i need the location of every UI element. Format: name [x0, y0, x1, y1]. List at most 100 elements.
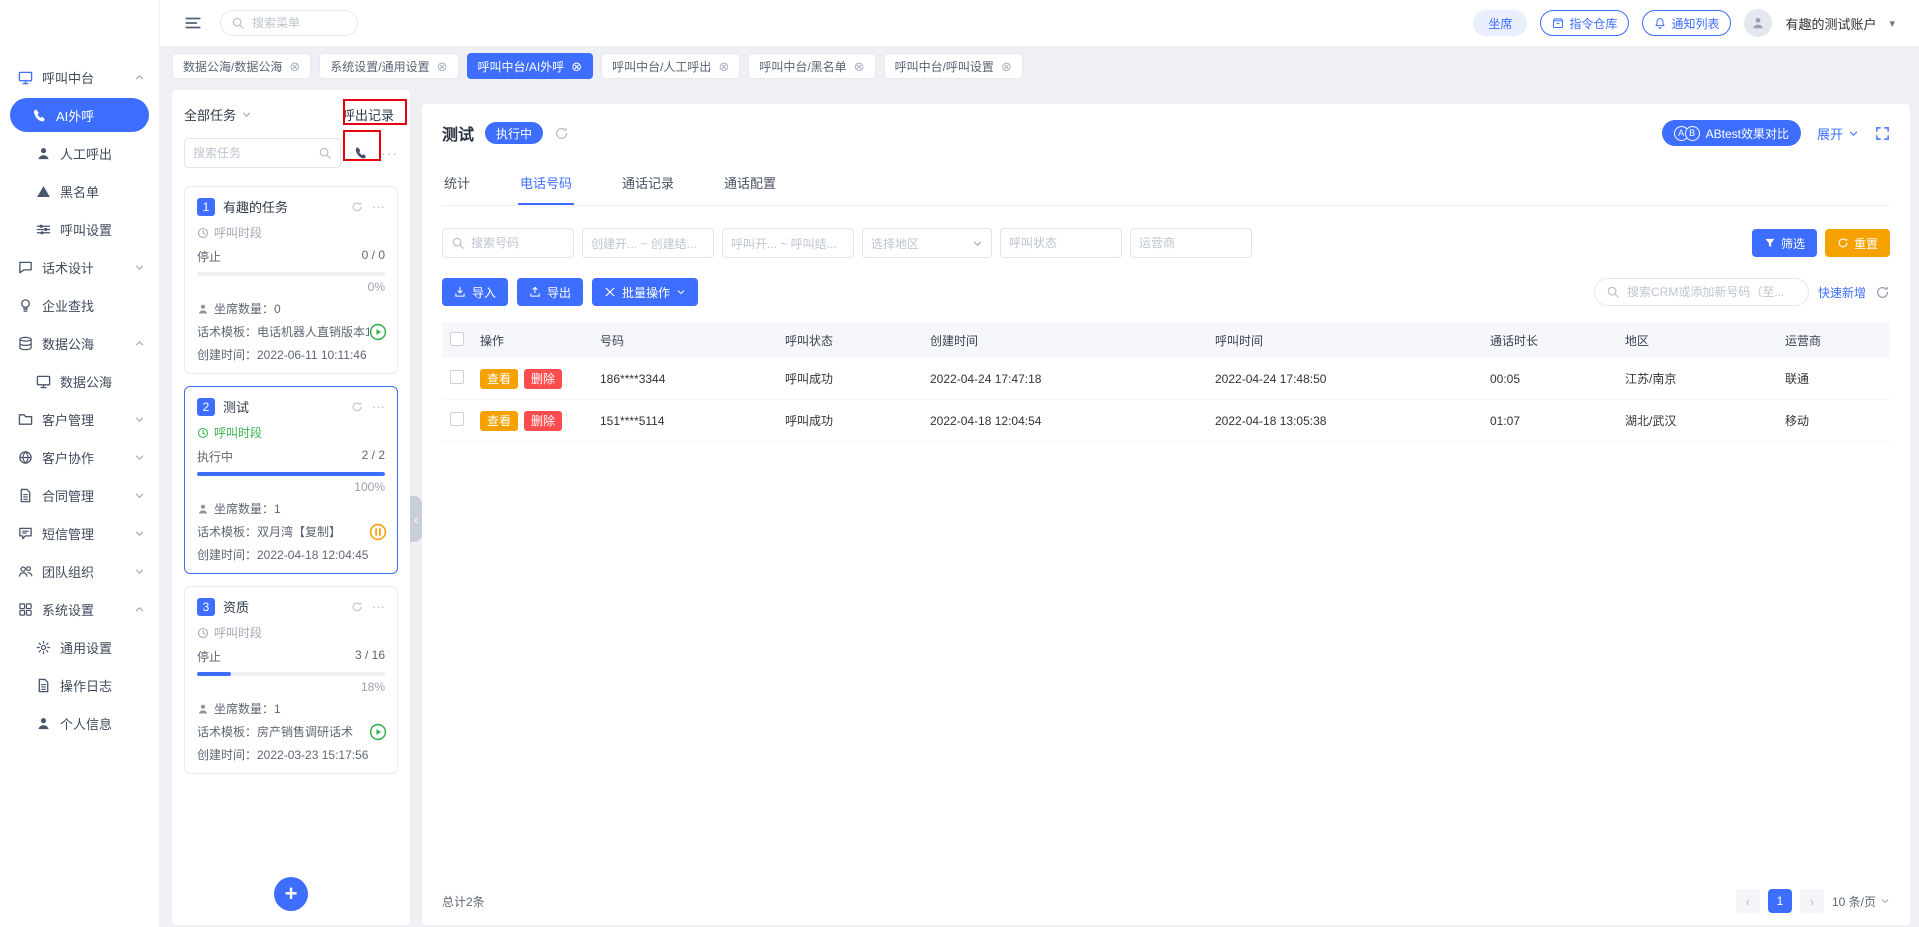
operator-field[interactable] [1139, 236, 1243, 250]
current-page[interactable]: 1 [1767, 889, 1792, 913]
call-time-range-input[interactable]: 呼叫开... ~ 呼叫结... [722, 228, 854, 258]
operator-input[interactable] [1130, 228, 1252, 258]
tab-call-config[interactable]: 通话配置 [722, 162, 778, 205]
more-icon[interactable]: ··· [372, 199, 385, 214]
sidebar-item-personal-info[interactable]: 个人信息 [0, 704, 159, 742]
task-start-button[interactable] [369, 323, 387, 341]
sidebar-item-system-settings[interactable]: 系统设置 [0, 590, 159, 628]
workspace-tab[interactable]: 呼叫中台/人工呼出 ⊗ [601, 53, 741, 79]
refresh-icon[interactable] [351, 601, 363, 613]
username[interactable]: 有趣的测试账户 [1785, 14, 1876, 33]
prev-page-button[interactable]: ‹ [1735, 889, 1760, 913]
refresh-icon[interactable] [1875, 285, 1890, 300]
search-number-field[interactable] [471, 236, 565, 250]
workspace-tab[interactable]: 系统设置/通用设置 ⊗ [319, 53, 459, 79]
close-icon[interactable]: ⊗ [718, 60, 729, 73]
sidebar-item-script-design[interactable]: 话术设计 [0, 248, 159, 286]
task-pause-button[interactable] [369, 523, 387, 541]
more-icon[interactable]: ··· [372, 399, 385, 414]
user-menu-caret-icon[interactable]: ▾ [1889, 17, 1895, 30]
agent-button[interactable]: 坐席 [1473, 10, 1528, 36]
sidebar-item-operation-log[interactable]: 操作日志 [0, 666, 159, 704]
row-checkbox[interactable] [450, 412, 464, 426]
sidebar-item-manual-outbound[interactable]: 人工呼出 [0, 134, 159, 172]
quick-add-link[interactable]: 快速新增 [1818, 284, 1866, 301]
sidebar-item-general-settings[interactable]: 通用设置 [0, 628, 159, 666]
call-status-input[interactable] [1000, 228, 1122, 258]
main-content: 测试 执行中 A B ABtest效果对比 展开 统计 电话号码 通话记录 通话… [422, 104, 1910, 925]
workspace-tab[interactable]: 呼叫中台/黑名单 ⊗ [748, 53, 876, 79]
crm-search-field[interactable] [1626, 285, 1797, 299]
task-card[interactable]: 1 有趣的任务 ··· 呼叫时段 停止 0 / 0 0% 坐席数量：0 话术模板… [184, 186, 398, 374]
tab-statistics[interactable]: 统计 [442, 162, 472, 205]
task-start-button[interactable] [369, 723, 387, 741]
cell-region: 江苏/南京 [1625, 372, 1677, 386]
tab-call-records[interactable]: 通话记录 [620, 162, 676, 205]
menu-search-input[interactable] [220, 10, 358, 36]
close-icon[interactable]: ⊗ [289, 60, 300, 73]
more-icon[interactable]: ··· [372, 599, 385, 614]
filter-button[interactable]: 筛选 [1751, 229, 1817, 257]
sidebar-item-sms-management[interactable]: 短信管理 [0, 514, 159, 552]
sidebar-item-ai-outbound[interactable]: AI外呼 [10, 98, 149, 132]
refresh-icon[interactable] [351, 401, 363, 413]
task-search-field[interactable] [193, 146, 312, 160]
sidebar-item-contract-management[interactable]: 合同管理 [0, 476, 159, 514]
sidebar-item-data-pool-sub[interactable]: 数据公海 [0, 362, 159, 400]
select-all-checkbox[interactable] [450, 331, 464, 346]
row-checkbox[interactable] [450, 370, 464, 384]
sidebar-item-call-settings[interactable]: 呼叫设置 [0, 210, 159, 248]
crm-search-input[interactable] [1593, 278, 1809, 306]
task-filter-dropdown[interactable]: 全部任务 [184, 105, 252, 124]
workspace-tab-active[interactable]: 呼叫中台/AI外呼 ⊗ [466, 53, 594, 79]
add-task-button[interactable]: + [274, 877, 308, 911]
view-button[interactable]: 查看 [480, 410, 519, 431]
workspace-tab[interactable]: 数据公海/数据公海 ⊗ [172, 53, 312, 79]
reset-button[interactable]: 重置 [1824, 229, 1890, 257]
batch-operations-button[interactable]: 批量操作 [592, 278, 699, 306]
table-action-bar: 导入 导出 批量操作 快速新增 [442, 278, 1890, 306]
next-page-button[interactable]: › [1799, 889, 1824, 913]
delete-button[interactable]: 删除 [524, 368, 563, 389]
task-card-selected[interactable]: 2 测试 ··· 呼叫时段 执行中 2 / 2 100% 坐席数量：1 话术模板… [184, 386, 398, 574]
view-button[interactable]: 查看 [480, 368, 519, 389]
delete-button[interactable]: 删除 [524, 410, 563, 431]
dial-phone-icon[interactable] [352, 144, 370, 162]
sidebar-item-team-organization[interactable]: 团队组织 [0, 552, 159, 590]
abtest-compare-button[interactable]: A B ABtest效果对比 [1661, 120, 1801, 146]
sidebar-item-call-center[interactable]: 呼叫中台 [0, 58, 159, 96]
notification-button[interactable]: 通知列表 [1642, 10, 1732, 36]
menu-search-field[interactable] [252, 16, 347, 30]
close-icon[interactable]: ⊗ [854, 60, 865, 73]
sidebar-item-customer-collaboration[interactable]: 客户协作 [0, 438, 159, 476]
close-icon[interactable]: ⊗ [1001, 60, 1012, 73]
refresh-icon[interactable] [351, 201, 363, 213]
import-button[interactable]: 导入 [442, 278, 509, 306]
fullscreen-icon[interactable] [1875, 126, 1890, 141]
task-card[interactable]: 3 资质 ··· 呼叫时段 停止 3 / 16 18% 坐席数量：1 话术模板：… [184, 586, 398, 774]
more-icon[interactable]: ··· [381, 145, 398, 161]
call-status-field[interactable] [1009, 236, 1113, 250]
close-icon[interactable]: ⊗ [571, 60, 582, 73]
panel-collapse-handle[interactable]: ‹ [410, 496, 422, 542]
task-search-input[interactable] [184, 138, 341, 168]
region-select[interactable]: 选择地区 [862, 228, 992, 258]
sidebar-item-blacklist[interactable]: 黑名单 [0, 172, 159, 210]
expand-toggle[interactable]: 展开 [1817, 124, 1859, 143]
create-time-range-input[interactable]: 创建开... ~ 创建结... [582, 228, 714, 258]
command-repo-button[interactable]: 指令仓库 [1540, 10, 1630, 36]
workspace-tab[interactable]: 呼叫中台/呼叫设置 ⊗ [883, 53, 1023, 79]
sidebar-item-enterprise-search[interactable]: 企业查找 [0, 286, 159, 324]
close-icon[interactable]: ⊗ [437, 60, 448, 73]
sliders-icon [36, 222, 51, 237]
page-size-select[interactable]: 10 条/页 [1832, 893, 1890, 910]
refresh-icon[interactable] [554, 126, 569, 141]
sidebar-item-customer-management[interactable]: 客户管理 [0, 400, 159, 438]
tab-phone-numbers[interactable]: 电话号码 [518, 162, 575, 205]
sidebar-item-data-pool[interactable]: 数据公海 [0, 324, 159, 362]
search-number-input[interactable] [442, 228, 574, 258]
export-button[interactable]: 导出 [517, 278, 584, 306]
menu-toggle-icon[interactable] [184, 14, 202, 32]
outbound-record-link[interactable]: 呼出记录 [338, 103, 398, 126]
avatar[interactable] [1744, 9, 1773, 37]
